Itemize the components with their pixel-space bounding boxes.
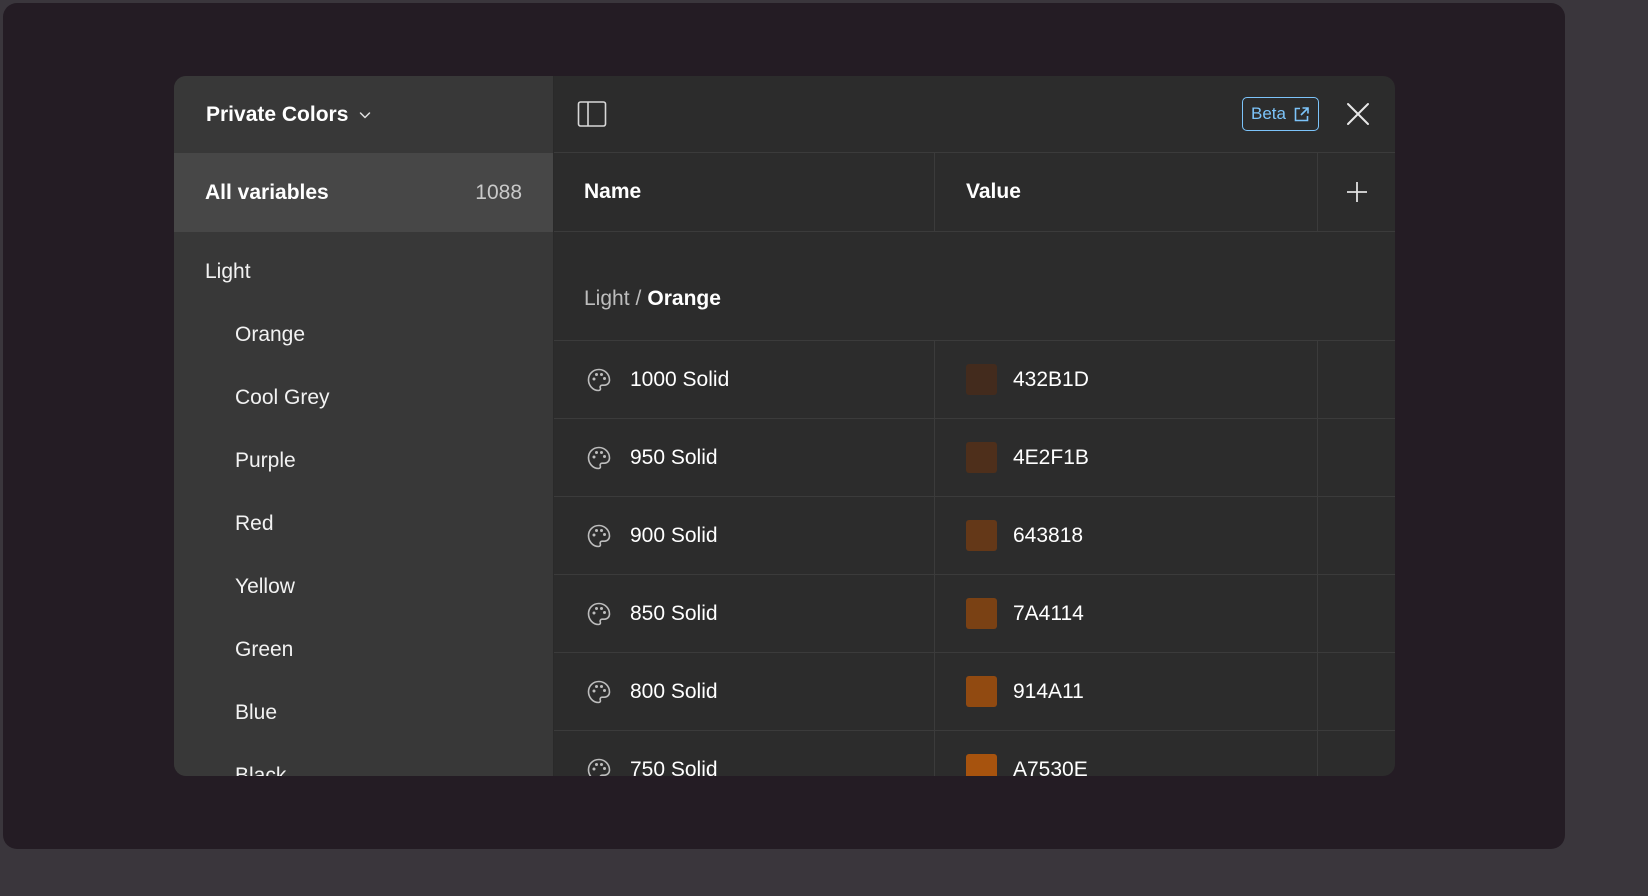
all-variables-count: 1088 [475,180,522,204]
variable-name: 850 Solid [630,601,718,625]
sidebar-item-cool-grey[interactable]: Cool Grey [174,366,553,429]
variable-name: 900 Solid [630,523,718,547]
palette-icon [586,679,612,705]
variable-value: 4E2F1B [1013,445,1089,469]
sidebar-panel-icon[interactable] [577,100,607,128]
breadcrumb: Light / Orange [554,232,1395,341]
variable-value-cell[interactable]: A7530E [935,731,1318,776]
row-extra-cell [1318,653,1395,730]
variable-value: A7530E [1013,757,1088,777]
variable-name: 800 Solid [630,679,718,703]
collection-dropdown[interactable]: Private Colors [174,76,553,153]
variable-name: 1000 Solid [630,367,730,391]
palette-icon [586,523,612,549]
sidebar-item-label: Black [235,763,287,777]
sidebar-item-all-variables[interactable]: All variables 1088 [174,153,553,232]
color-swatch[interactable] [966,520,997,551]
color-swatch[interactable] [966,364,997,395]
row-extra-cell [1318,575,1395,652]
sidebar-item-black[interactable]: Black [174,744,553,777]
palette-icon [586,445,612,471]
beta-label: Beta [1251,104,1286,123]
variable-rows: 1000 Solid 432B1D 950 Solid 4E2F1B 900 Solid… [554,341,1395,776]
palette-icon [586,601,612,627]
row-extra-cell [1318,419,1395,496]
table-row[interactable]: 850 Solid 7A4114 [554,575,1395,653]
all-variables-label: All variables [205,180,329,204]
sidebar-item-label: Light [205,259,251,283]
main-panel: Beta Name Value Light / Orange 1000 Soli… [554,76,1395,776]
plus-icon [1346,182,1367,202]
variable-value: 914A11 [1013,679,1084,703]
sidebar-item-green[interactable]: Green [174,618,553,681]
color-swatch[interactable] [966,676,997,707]
variables-modal: Private Colors All variables 1088 Light O… [174,76,1395,776]
row-extra-cell [1318,341,1395,418]
variable-name: 750 Solid [630,757,718,777]
variable-value: 432B1D [1013,367,1089,391]
variable-value-cell[interactable]: 432B1D [935,341,1318,418]
variable-name-cell[interactable]: 1000 Solid [554,341,935,418]
sidebar-item-purple[interactable]: Purple [174,429,553,492]
sidebar-item-label: Yellow [235,574,295,598]
variable-value-cell[interactable]: 7A4114 [935,575,1318,652]
breadcrumb-separator: / [635,287,642,310]
external-link-icon [1294,106,1309,121]
variable-value-cell[interactable]: 914A11 [935,653,1318,730]
sidebar-item-label: Red [235,511,274,535]
variable-name-cell[interactable]: 850 Solid [554,575,935,652]
sidebar-item-light[interactable]: Light [174,240,553,303]
table-row[interactable]: 950 Solid 4E2F1B [554,419,1395,497]
color-swatch[interactable] [966,442,997,473]
sidebar-item-label: Blue [235,700,278,724]
table-row[interactable]: 1000 Solid 432B1D [554,341,1395,419]
collection-name: Private Colors [206,102,349,126]
variable-value-cell[interactable]: 4E2F1B [935,419,1318,496]
table-row[interactable]: 800 Solid 914A11 [554,653,1395,731]
variable-name: 950 Solid [630,445,718,469]
group-list: Light Orange Cool Grey Purple Red Yellow Green… [174,232,553,777]
sidebar-item-yellow[interactable]: Yellow [174,555,553,618]
table-row[interactable]: 900 Solid 643818 [554,497,1395,575]
add-variable-button[interactable] [1318,153,1395,231]
app-window: Private Colors All variables 1088 Light O… [3,3,1565,849]
beta-button[interactable]: Beta [1242,97,1319,131]
variable-value: 7A4114 [1013,601,1084,625]
sidebar-item-label: Orange [235,322,306,346]
breadcrumb-current: Orange [647,287,721,310]
sidebar-item-label: Cool Grey [235,385,330,409]
variable-name-cell[interactable]: 950 Solid [554,419,935,496]
table-row[interactable]: 750 Solid A7530E [554,731,1395,776]
sidebar-item-red[interactable]: Red [174,492,553,555]
color-swatch[interactable] [966,598,997,629]
palette-icon [586,757,612,776]
chevron-down-icon [360,111,371,118]
sidebar-item-label: Green [235,637,294,661]
table-header: Name Value [554,153,1395,232]
row-extra-cell [1318,497,1395,574]
toolbar: Beta [554,76,1395,153]
color-swatch[interactable] [966,754,997,776]
variable-name-cell[interactable]: 800 Solid [554,653,935,730]
sidebar: Private Colors All variables 1088 Light O… [174,76,554,776]
sidebar-item-blue[interactable]: Blue [174,681,553,744]
variable-name-cell[interactable]: 750 Solid [554,731,935,776]
header-name: Name [554,153,935,231]
sidebar-item-orange[interactable]: Orange [174,303,553,366]
row-extra-cell [1318,731,1395,776]
palette-icon [586,367,612,393]
sidebar-item-label: Purple [235,448,296,472]
header-value: Value [935,153,1318,231]
close-icon[interactable] [1346,102,1370,126]
breadcrumb-parent: Light [584,287,630,310]
variable-name-cell[interactable]: 900 Solid [554,497,935,574]
variable-value: 643818 [1013,523,1084,547]
variable-value-cell[interactable]: 643818 [935,497,1318,574]
